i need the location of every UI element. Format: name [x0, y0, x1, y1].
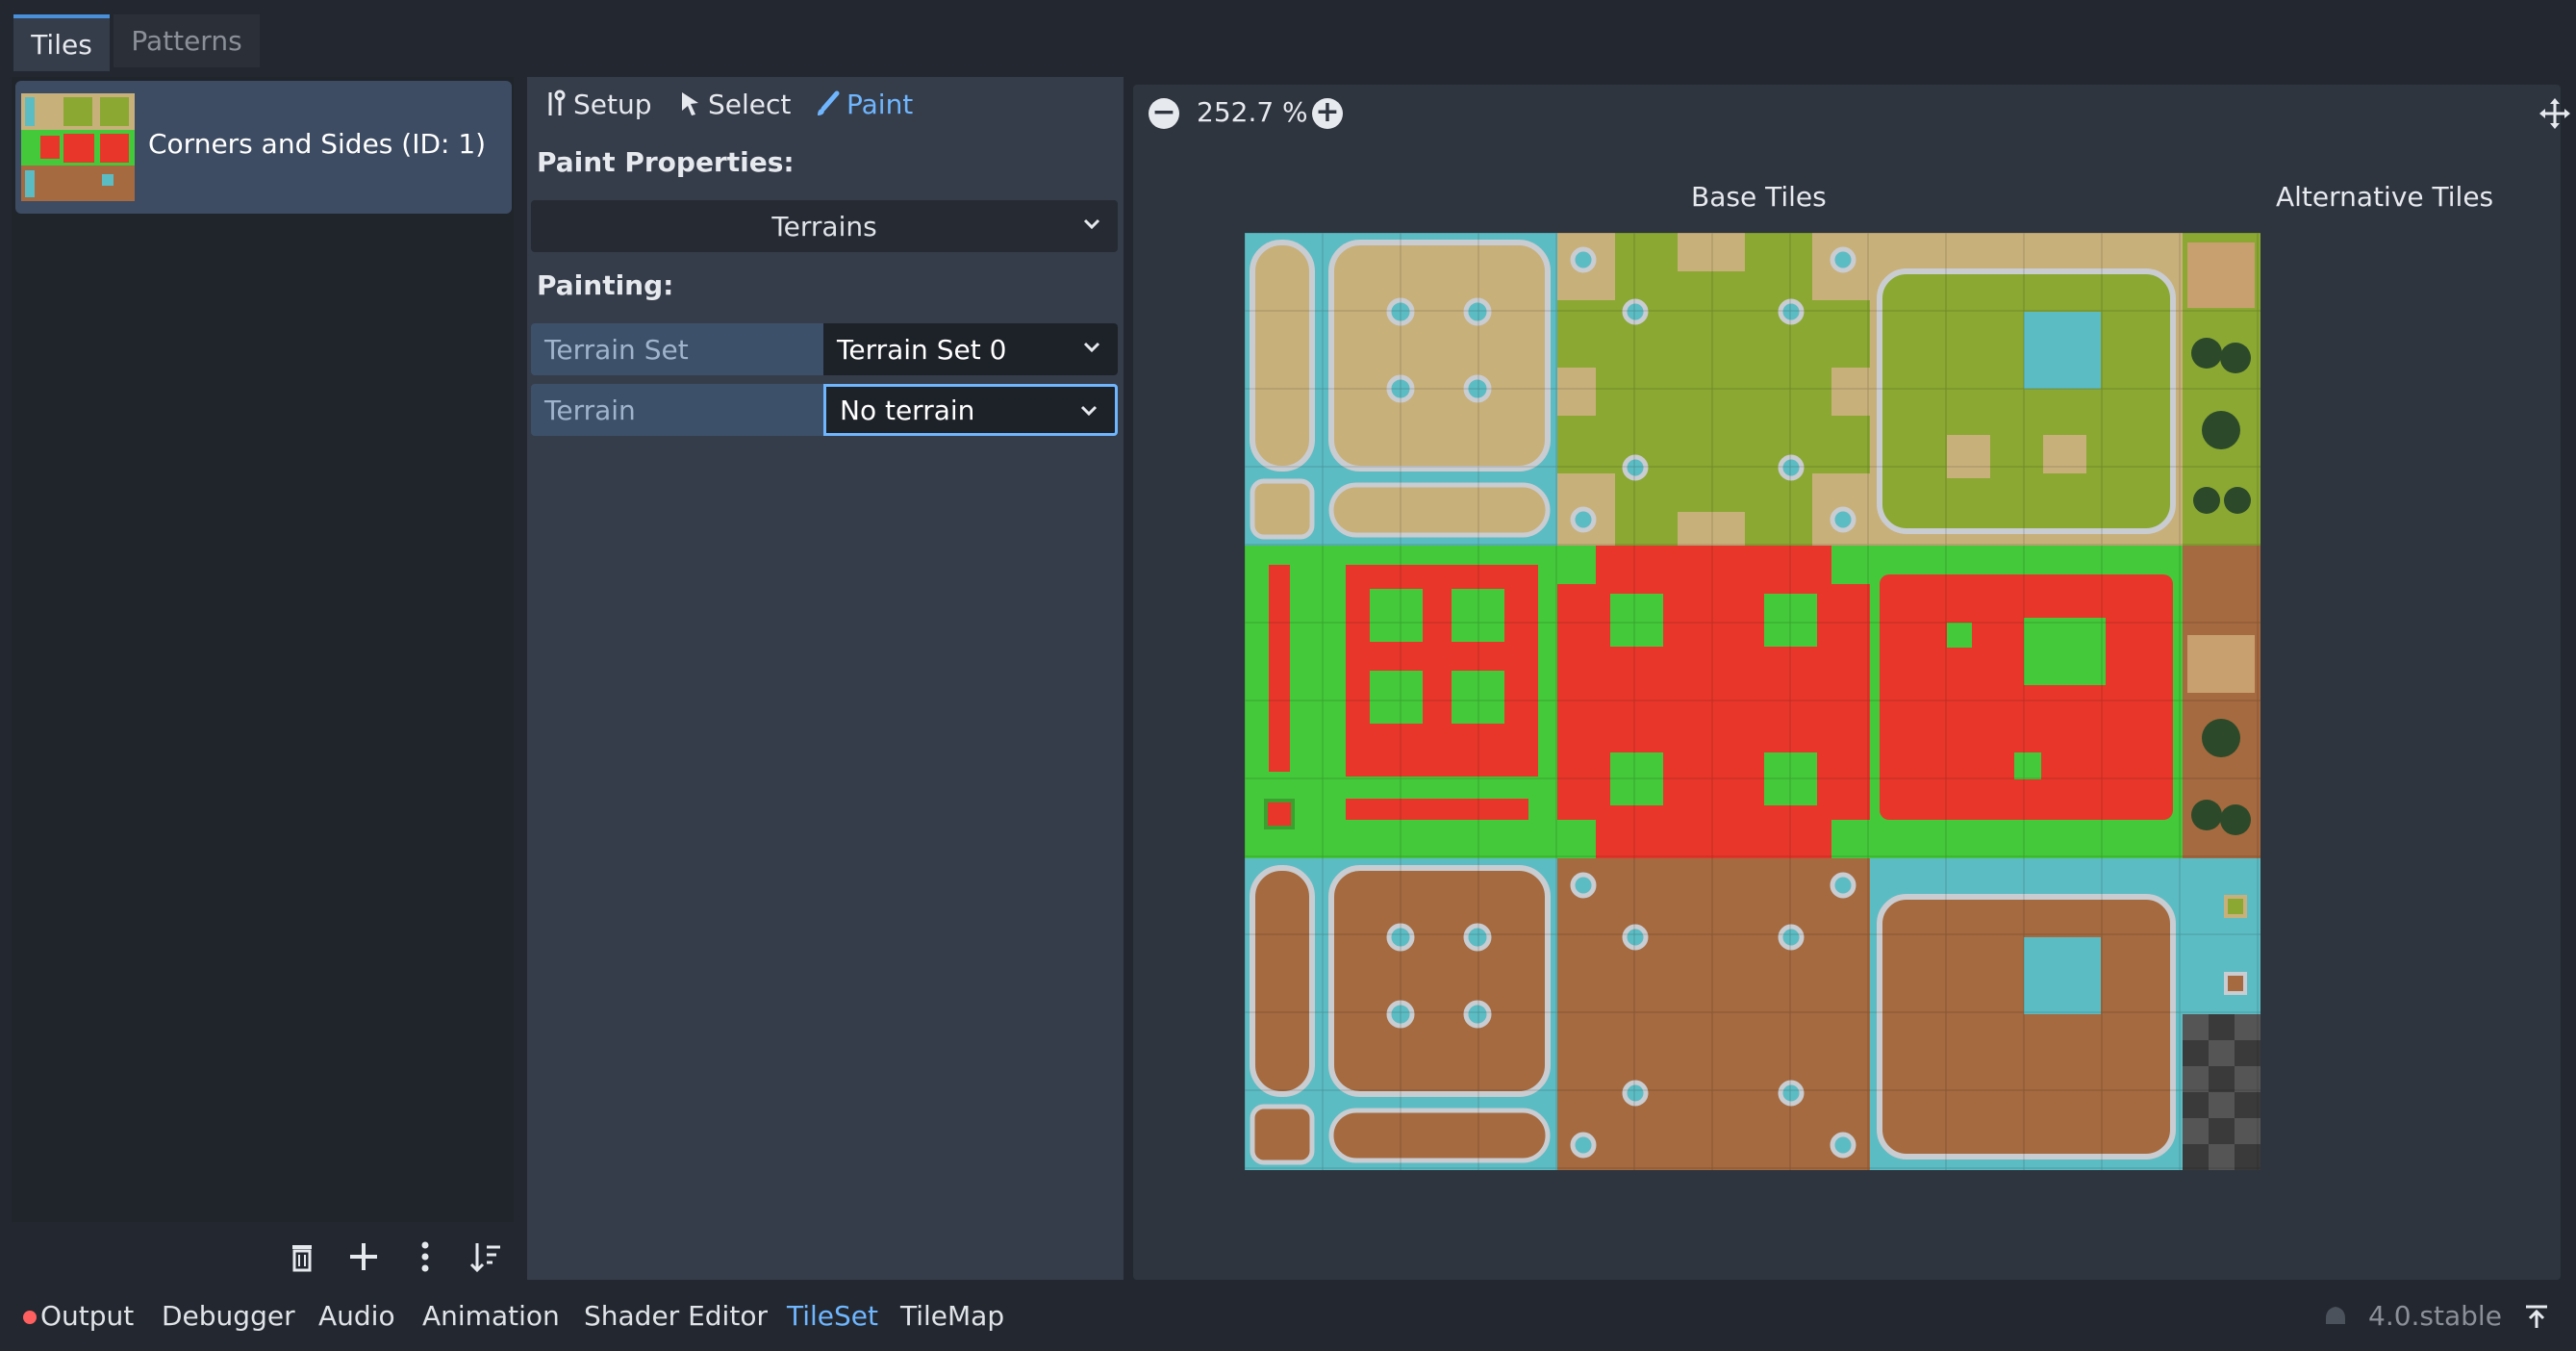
- paint-mode-dropdown[interactable]: Terrains: [531, 200, 1118, 252]
- expand-panel-icon[interactable]: [2522, 1301, 2551, 1330]
- paint-mode-value: Terrains: [771, 210, 877, 242]
- tab-output[interactable]: Output: [23, 1300, 134, 1332]
- paint-button[interactable]: Paint: [814, 83, 913, 125]
- version-label: 4.0.stable: [2368, 1300, 2502, 1332]
- vertical-dots-icon[interactable]: [404, 1236, 446, 1278]
- select-button[interactable]: Select: [679, 83, 791, 125]
- tab-patterns[interactable]: Patterns: [114, 14, 260, 67]
- zoom-out-icon[interactable]: −: [1149, 98, 1179, 129]
- paint-properties-heading: Paint Properties:: [537, 146, 795, 178]
- godot-icon: [2320, 1301, 2351, 1332]
- setup-label: Setup: [573, 88, 652, 120]
- chevron-down-icon: [1080, 405, 1098, 417]
- brush-icon: [818, 90, 840, 115]
- tab-shader-editor[interactable]: Shader Editor: [584, 1300, 768, 1332]
- tile-atlas-grid[interactable]: [1245, 233, 2260, 1170]
- alternative-tiles-header: Alternative Tiles: [2276, 181, 2494, 213]
- terrain-value: No terrain: [840, 394, 975, 426]
- chevron-down-icon: [1083, 342, 1100, 353]
- tab-audio[interactable]: Audio: [318, 1300, 395, 1332]
- tab-tiles[interactable]: Tiles: [13, 14, 110, 71]
- terrain-set-value: Terrain Set 0: [837, 333, 1007, 366]
- base-tiles-header: Base Tiles: [1691, 181, 1827, 213]
- sort-icon[interactable]: [466, 1236, 508, 1278]
- select-label: Select: [708, 88, 792, 120]
- tab-bar: [0, 0, 2576, 69]
- tab-tilemap[interactable]: TileMap: [900, 1300, 1004, 1332]
- tab-debugger[interactable]: Debugger: [162, 1300, 295, 1332]
- atlas-list: [12, 77, 514, 1222]
- terrain-label: Terrain: [531, 384, 823, 436]
- terrain-set-label: Terrain Set: [531, 323, 823, 375]
- error-dot-icon: [23, 1311, 37, 1324]
- tab-animation[interactable]: Animation: [422, 1300, 560, 1332]
- tab-output-label: Output: [40, 1300, 135, 1332]
- plus-icon[interactable]: [342, 1236, 385, 1278]
- atlas-label: Corners and Sides (ID: 1): [148, 128, 487, 160]
- wrench-icon: [548, 89, 566, 115]
- setup-button[interactable]: Setup: [543, 83, 652, 125]
- terrain-dropdown[interactable]: No terrain: [823, 384, 1118, 436]
- painting-heading: Painting:: [537, 269, 674, 301]
- zoom-level: 252.7 %: [1197, 96, 1308, 128]
- cursor-icon: [682, 92, 698, 115]
- move-icon[interactable]: [2539, 98, 2570, 129]
- tab-tileset[interactable]: TileSet: [787, 1300, 878, 1332]
- chevron-down-icon: [1083, 218, 1100, 230]
- terrain-set-dropdown[interactable]: Terrain Set 0: [823, 323, 1118, 375]
- paint-label: Paint: [846, 88, 914, 120]
- trash-icon[interactable]: [281, 1236, 323, 1278]
- tileset-properties-panel: [527, 77, 1124, 1280]
- atlas-thumbnail: [21, 93, 135, 201]
- zoom-in-icon[interactable]: +: [1312, 98, 1343, 129]
